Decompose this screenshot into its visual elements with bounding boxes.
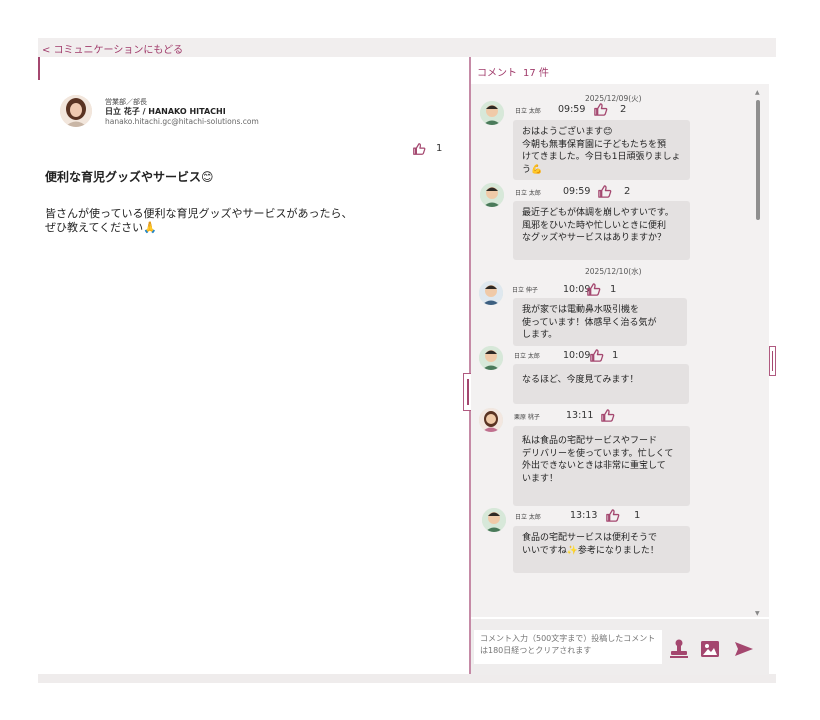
comment-line: デリバリーを使っています。忙しくて bbox=[522, 448, 674, 459]
avatar bbox=[479, 346, 503, 370]
comment-line: 我が家では電動鼻水吸引機を bbox=[522, 305, 640, 315]
comment-scrollbar-thumb[interactable] bbox=[756, 100, 760, 220]
comment-line: いいですね✨参考になりました！ bbox=[522, 545, 659, 556]
post-body-line: 皆さんが使っている便利な育児グッズやサービスがあったら、 bbox=[45, 207, 353, 220]
avatar bbox=[479, 281, 503, 305]
post-body: 皆さんが使っている便利な育児グッズやサービスがあったら、 ぜひ教えてください🙏 bbox=[45, 207, 425, 235]
comment-like-count: 1 bbox=[612, 350, 619, 361]
image-icon[interactable] bbox=[699, 638, 721, 660]
post-accent-bar bbox=[38, 57, 40, 80]
thumbs-up-icon[interactable] bbox=[597, 184, 612, 199]
comment-time: 09:59 bbox=[558, 104, 586, 115]
comment-time: 10:09 bbox=[563, 350, 591, 361]
comment-bubble: 我が家では電動鼻水吸引機を 使っています！体感早く治る気が します。 bbox=[513, 298, 687, 346]
comment-like-count: 1 bbox=[610, 284, 617, 295]
thumbs-up-icon[interactable] bbox=[593, 102, 608, 117]
thumbs-up-icon[interactable] bbox=[589, 348, 604, 363]
comment-author: 日立 太郎 bbox=[515, 514, 541, 521]
thumbs-up-icon[interactable] bbox=[605, 508, 620, 523]
comment-line: なグッズやサービスはありますか？ bbox=[522, 233, 667, 243]
back-to-communication-link[interactable]: < コミュニケーションにもどる bbox=[42, 41, 183, 56]
right-resize-handle[interactable] bbox=[769, 346, 776, 376]
bottom-bar bbox=[38, 674, 776, 683]
send-icon[interactable] bbox=[733, 638, 755, 660]
scroll-down-arrow-icon[interactable]: ▼ bbox=[755, 610, 760, 617]
comment-bubble: 最近子どもが体調を崩しやすいです。 風邪をひいた時や忙しいときに便利 なグッズや… bbox=[513, 201, 690, 260]
comment-author: 日立 太郎 bbox=[514, 353, 540, 360]
comment-line: 風邪をひいた時や忙しいときに便利 bbox=[522, 220, 667, 231]
author-name: 日立 花子 / HANAKO HITACHI bbox=[105, 107, 226, 116]
comment-line: 使っています！体感早く治る気が bbox=[522, 317, 657, 328]
avatar bbox=[480, 101, 504, 125]
post-body-line: ぜひ教えてください🙏 bbox=[45, 221, 157, 234]
top-bar: < コミュニケーションにもどる bbox=[38, 38, 776, 57]
thumbs-up-icon[interactable] bbox=[412, 142, 426, 156]
author-avatar bbox=[60, 95, 92, 127]
post-like-count: 1 bbox=[436, 143, 443, 154]
comment-count: 17 件 bbox=[523, 68, 549, 79]
avatar bbox=[479, 408, 503, 432]
comment-time: 13:13 bbox=[570, 510, 598, 521]
comment-line: なるほど、今度見てみます！ bbox=[522, 375, 639, 385]
post-title: 便利な育児グッズやサービス😊 bbox=[45, 170, 214, 184]
comment-bubble: 私は食品の宅配サービスやフード デリバリーを使っています。忙しくて 外出できない… bbox=[513, 426, 690, 506]
comment-author: 日立 伸子 bbox=[512, 287, 538, 294]
comment-bubble: なるほど、今度見てみます！ bbox=[513, 364, 689, 404]
stamp-icon[interactable] bbox=[668, 638, 690, 660]
thumbs-up-icon[interactable] bbox=[586, 282, 601, 297]
comment-like-count: 1 bbox=[634, 510, 641, 521]
avatar bbox=[480, 183, 504, 207]
comment-line: 外出できないときは非常に重宝して bbox=[522, 461, 666, 471]
comment-bubble: 食品の宅配サービスは便利そうで いいですね✨参考になりました！ bbox=[513, 526, 690, 573]
comment-author: 栗原 桃子 bbox=[514, 414, 540, 421]
author-email: hanako.hitachi.gc@hitachi-solutions.com bbox=[105, 117, 259, 126]
comment-author: 日立 太郎 bbox=[515, 190, 541, 197]
comment-line: 今朝も無事保育園に子どもたちを預 bbox=[522, 139, 667, 150]
comment-author: 日立 太郎 bbox=[515, 108, 541, 115]
comment-line: おはようございます😊 bbox=[522, 127, 613, 137]
comment-line: います！ bbox=[522, 473, 559, 484]
comment-line: 最近子どもが体調を崩しやすいです。 bbox=[522, 208, 674, 218]
comment-like-count: 2 bbox=[624, 186, 631, 197]
avatar bbox=[482, 508, 506, 532]
comment-line: 私は食品の宅配サービスやフード bbox=[522, 436, 658, 446]
comment-time: 13:11 bbox=[566, 410, 594, 421]
day-label: 2025/12/10(水) bbox=[585, 267, 642, 276]
comment-line: う💪 bbox=[522, 164, 543, 175]
comment-line: します。 bbox=[522, 330, 558, 340]
comment-line: 食品の宅配サービスは便利そうで bbox=[522, 533, 658, 543]
thumbs-up-icon[interactable] bbox=[600, 408, 615, 423]
comment-line: けてきました。今日も1日頑張りましょ bbox=[522, 152, 681, 162]
scroll-up-arrow-icon[interactable]: ▲ bbox=[755, 89, 760, 96]
comment-like-count: 2 bbox=[620, 104, 627, 115]
comment-title: コメント bbox=[477, 68, 517, 79]
comment-bubble: おはようございます😊 今朝も無事保育園に子どもたちを預 けてきました。今日も1日… bbox=[513, 120, 690, 180]
comment-time: 09:59 bbox=[563, 186, 591, 197]
comment-input[interactable] bbox=[474, 630, 662, 664]
comment-header: コメント 17 件 bbox=[471, 57, 769, 84]
